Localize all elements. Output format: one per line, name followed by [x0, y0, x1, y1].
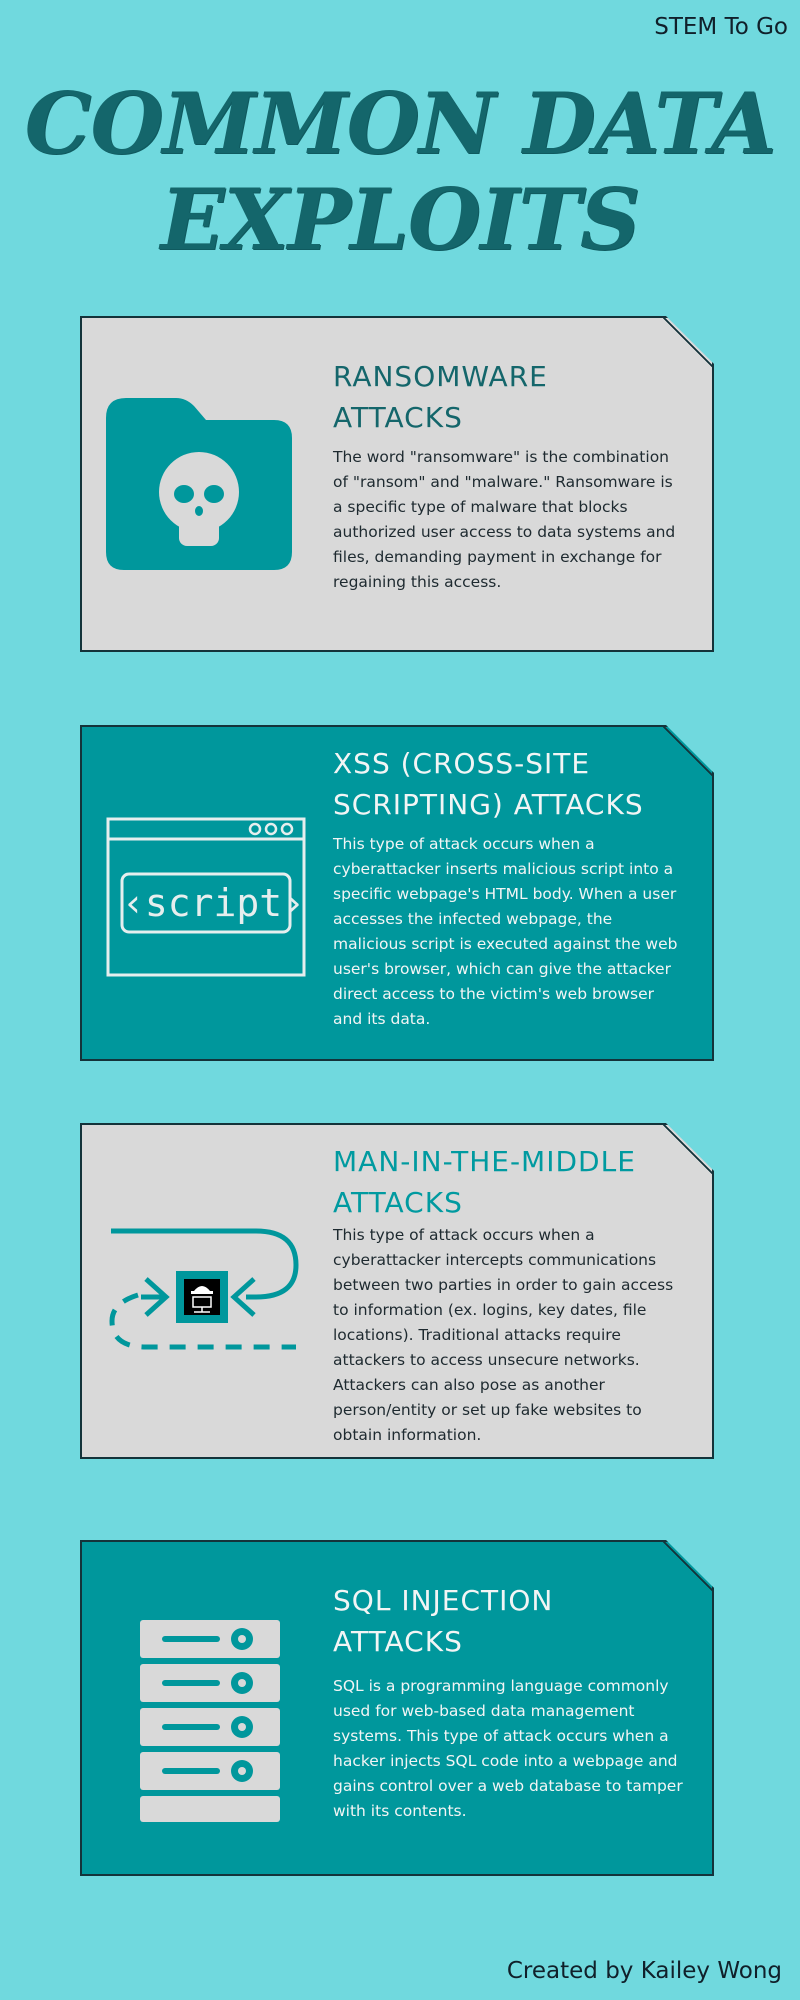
card-text: MAN-IN-THE-MIDDLE ATTACKS This type of a…	[333, 1141, 683, 1448]
browser-script-icon: ‹script›	[106, 817, 306, 981]
card-body: The word "ransomware" is the combination…	[333, 448, 676, 591]
card-title: RANSOMWARE ATTACKS	[333, 360, 548, 434]
card-xss: ‹script› XSS (CROSS-SITE SCRIPTING) ATTA…	[80, 725, 714, 1061]
author-credit: Created by Kailey Wong	[506, 1958, 782, 1984]
skull-folder-icon	[106, 398, 292, 578]
page-title: COMMON DATA EXPLOITS	[24, 74, 777, 269]
card-title: XSS (CROSS-SITE SCRIPTING) ATTACKS	[333, 747, 644, 821]
card-sql-injection: SQL INJECTION ATTACKS SQL is a programmi…	[80, 1540, 714, 1876]
server-stack-icon	[140, 1620, 280, 1834]
interception-icon	[106, 1225, 306, 1369]
card-mitm: MAN-IN-THE-MIDDLE ATTACKS This type of a…	[80, 1123, 714, 1459]
brand-label: STEM To Go	[654, 14, 788, 40]
card-body: SQL is a programming language commonly u…	[333, 1677, 683, 1820]
card-title: MAN-IN-THE-MIDDLE ATTACKS	[333, 1145, 636, 1219]
card-text: RANSOMWARE ATTACKS The word "ransomware"…	[333, 356, 683, 595]
card-body: This type of attack occurs when a cybera…	[333, 835, 678, 1028]
card-text: XSS (CROSS-SITE SCRIPTING) ATTACKS This …	[333, 743, 683, 1032]
card-text: SQL INJECTION ATTACKS SQL is a programmi…	[333, 1580, 683, 1824]
card-body: This type of attack occurs when a cybera…	[333, 1226, 674, 1444]
card-ransomware: RANSOMWARE ATTACKS The word "ransomware"…	[80, 316, 714, 652]
script-label: ‹script›	[122, 881, 306, 925]
card-title: SQL INJECTION ATTACKS	[333, 1584, 554, 1658]
